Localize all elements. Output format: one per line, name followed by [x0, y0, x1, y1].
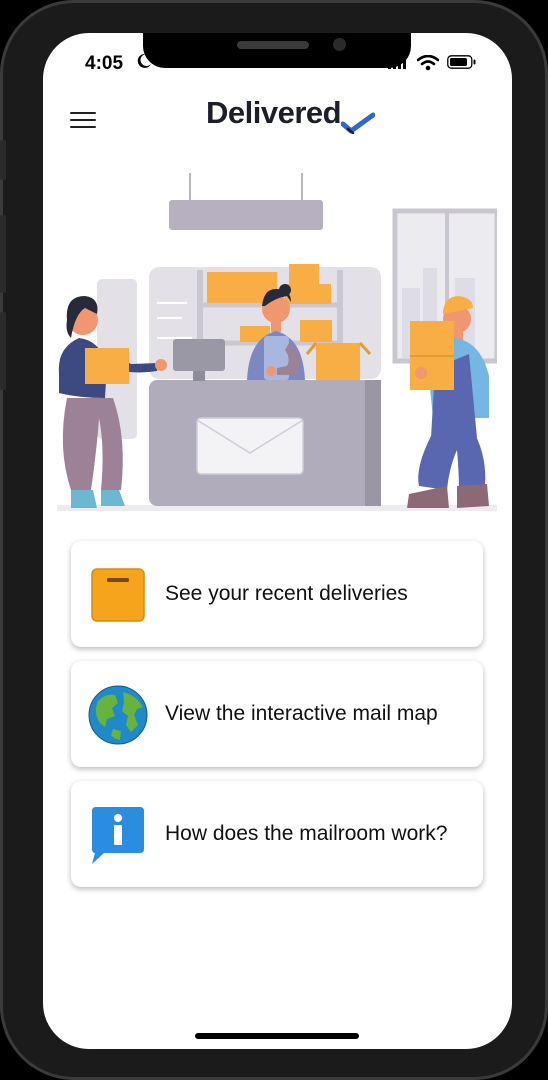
mute-switch	[0, 140, 6, 180]
globe-icon	[88, 685, 148, 745]
mail-map-card[interactable]: View the interactive mail map	[71, 661, 483, 767]
camera-dot	[333, 38, 346, 51]
wifi-icon	[417, 55, 439, 71]
recent-deliveries-label: See your recent deliveries	[165, 582, 408, 605]
volume-down-button	[0, 312, 6, 390]
status-time: 4:05	[85, 53, 124, 74]
how-mailroom-works-card[interactable]: How does the mailroom work?	[71, 781, 483, 887]
battery-icon	[447, 55, 476, 69]
app-logo-title: Delivered	[206, 95, 342, 130]
home-indicator[interactable]	[195, 1033, 359, 1039]
mail-map-label: View the interactive mail map	[165, 702, 438, 725]
device-notch	[143, 33, 411, 68]
cellular-signal-icon	[388, 57, 406, 69]
how-mailroom-works-label: How does the mailroom work?	[165, 822, 448, 845]
hamburger-menu-button[interactable]	[70, 111, 96, 131]
package-icon	[91, 568, 145, 622]
recent-deliveries-card[interactable]: See your recent deliveries	[71, 541, 483, 647]
app-screen: 4:05 Delivered See your recent deliverie…	[43, 33, 512, 1049]
info-icon	[92, 807, 144, 864]
speaker-grille	[237, 41, 309, 49]
mailroom-illustration	[57, 173, 497, 511]
checkmark-icon	[341, 112, 375, 134]
volume-up-button	[0, 215, 6, 293]
